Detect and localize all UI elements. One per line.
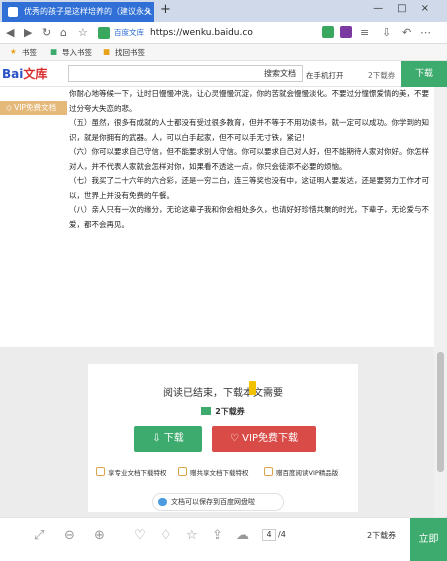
zoom-in-icon[interactable]: ⊕	[94, 528, 105, 543]
save-to-netdisk-tip[interactable]: 文档可以保存到百度网盘啦	[152, 493, 284, 511]
tab-close-icon[interactable]: ×	[144, 3, 152, 22]
back-icon[interactable]: ◀	[6, 26, 14, 39]
privilege-item[interactable]: 享专业文档下载特权	[96, 467, 167, 477]
bottom-download-button[interactable]: 立即	[410, 518, 447, 561]
browser-tab[interactable]: 优秀的孩子是这样培养的（建议永久 ×	[2, 2, 154, 22]
doc-paragraph: （七）我买了二十六年的六合彩，还是一穷二白，连三等奖也没有中，这证明人要发达，还…	[69, 176, 429, 200]
download-icon[interactable]: ⇩	[382, 26, 391, 39]
scrollbar[interactable]	[434, 87, 447, 517]
bookmarks-bar: ★ 书签 ■ 导入书签 ■ 找回书签	[0, 44, 447, 61]
reading-end-text: 阅读已结束，下载本文需要	[163, 388, 283, 399]
search-label[interactable]: 搜索文档	[264, 68, 296, 79]
privilege-icon	[178, 467, 187, 476]
more-icon[interactable]: ⋯	[420, 26, 431, 39]
vip-privileges: 享专业文档下载特权 赠共享文档下载特权 赠百度阅读VIP精品版	[88, 464, 358, 482]
privilege-item[interactable]: 赠共享文档下载特权	[178, 467, 249, 477]
like-icon[interactable]: ♡	[134, 528, 146, 543]
scrollbar-thumb[interactable]	[437, 352, 444, 472]
address-bar: ◀ ▶ ↻ ⌂ ☆ 百度文库 https://wenku.baidu.co	[0, 22, 447, 44]
ticket-icon	[201, 407, 212, 415]
mouse-cursor-icon	[249, 381, 256, 395]
browser-tab-bar: 优秀的孩子是这样培养的（建议永久 × + —□×	[0, 0, 447, 22]
forward-icon[interactable]: ▶	[24, 26, 32, 39]
favorite-star-icon[interactable]: ☆	[78, 26, 88, 39]
url-field[interactable]: 百度文库 https://wenku.baidu.co	[98, 25, 316, 41]
dislike-icon[interactable]: ♢	[160, 528, 172, 543]
secure-shield-icon	[98, 27, 110, 39]
header-download-button[interactable]: 下载	[401, 61, 447, 87]
bookmark-item[interactable]: 找回书签	[115, 47, 145, 58]
netdisk-icon[interactable]: ☁	[236, 528, 249, 543]
zoom-out-icon[interactable]: ⊖	[64, 528, 75, 543]
favorite-icon[interactable]: ☆	[186, 528, 198, 543]
ticket-count: 2下载券	[368, 71, 396, 80]
recover-icon: ■	[103, 47, 111, 56]
undo-icon[interactable]: ↶	[402, 26, 411, 39]
download-card: 阅读已结束，下载本文需要 2下载券 ⇩ 下载 ♡ VIP免费下载 享专业文档下载…	[88, 364, 358, 512]
privilege-item[interactable]: 赠百度阅读VIP精品版	[264, 467, 338, 477]
doc-paragraph: （六）你可以要求自己守信，但不能要求别人守信。你可以要求自己对人好，但不能期待人…	[69, 147, 429, 171]
import-icon: ■	[50, 47, 58, 56]
open-on-phone-link[interactable]: 在手机打开	[306, 70, 344, 81]
evernote-icon[interactable]	[322, 26, 334, 38]
vip-doc-badge: ◇ VIP免费文档	[0, 101, 67, 115]
cloud-icon	[158, 498, 167, 506]
new-tab-button[interactable]: +	[160, 2, 171, 17]
reload-icon[interactable]: ↻	[42, 26, 51, 39]
bottom-toolbar: ⤢ ⊖ ⊕ ♡ ♢ ☆ ⇪ ☁ 4/4 2下载券 立即	[0, 517, 447, 561]
menu-icon[interactable]: ≡	[360, 26, 369, 39]
vip-download-button[interactable]: ♡ VIP免费下载	[212, 426, 316, 452]
doc-paragraph: （五）虽然，很多有成就的人士都没有受过很多教育，但并不等于不用功读书，就一定可以…	[69, 118, 429, 142]
share-icon[interactable]: ⇪	[212, 528, 223, 543]
wenku-header: Bai文库 搜索文档 在手机打开 2下载券	[0, 61, 447, 87]
onenote-icon[interactable]	[340, 26, 352, 38]
page-indicator: 4/4	[262, 529, 286, 541]
favicon-icon	[8, 7, 18, 17]
page-current[interactable]: 4	[262, 529, 276, 541]
secure-site-label: 百度文库	[114, 28, 144, 37]
bottom-ticket-count: 2下载券	[367, 531, 397, 540]
privilege-icon	[96, 467, 105, 476]
fullscreen-icon[interactable]: ⤢	[34, 528, 44, 543]
url-text: https://wenku.baidu.co	[150, 28, 253, 38]
baidu-wenku-logo[interactable]: Bai文库	[2, 65, 47, 82]
download-button[interactable]: ⇩ 下载	[134, 426, 202, 452]
privilege-icon	[264, 467, 273, 476]
doc-paragraph: 你耐心地等候一下，让时日慢慢冲洗，让心灵慢慢沉淀，你的苦就会慢慢淡化。不要过分憧…	[69, 89, 429, 113]
doc-paragraph: （八）亲人只有一次的缘分，无论这辈子我和你会相处多久，也请好好珍惜共聚的时光，下…	[69, 205, 429, 229]
window-controls[interactable]: —□×	[373, 3, 443, 14]
bookmark-item[interactable]: 书签	[22, 47, 37, 58]
bookmark-item[interactable]: 导入书签	[62, 47, 92, 58]
document-content: 你耐心地等候一下，让时日慢慢冲洗，让心灵慢慢沉淀，你的苦就会慢慢淡化。不要过分憧…	[69, 87, 430, 347]
bookmark-star-icon: ★	[10, 47, 17, 56]
tab-title: 优秀的孩子是这样培养的（建议永久	[24, 7, 152, 16]
home-icon[interactable]: ⌂	[60, 26, 67, 39]
search-input[interactable]: 搜索文档	[68, 65, 303, 82]
coupon-requirement: 2下载券	[88, 406, 358, 417]
